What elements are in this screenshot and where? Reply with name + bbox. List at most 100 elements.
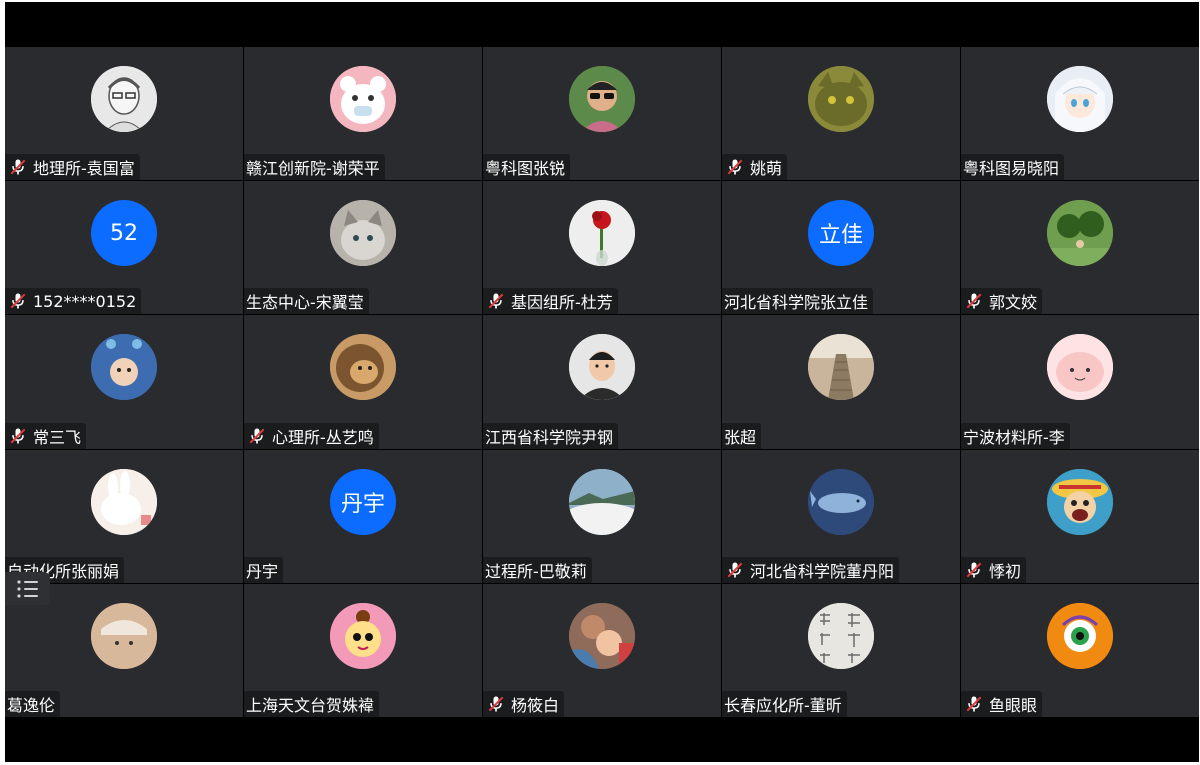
participant-tile[interactable]: 鱼眼眼 [961,583,1199,717]
participant-name: 悸初 [989,561,1022,581]
participant-grid: 地理所-袁国富 赣江创新院-谢荣平 粤科图张锐 姚萌 粤科图易晓阳 52 152****… [5,47,1199,717]
participant-tile[interactable]: 立佳河北省科学院张立佳 [722,181,960,315]
avatar [808,602,874,669]
participant-name: 河北省科学院张立佳 [724,293,869,313]
avatar [808,334,874,401]
participant-tile[interactable]: 52 152****0152 [5,181,243,315]
participant-tile[interactable]: 宁波材料所-李 [961,315,1199,449]
participant-name: 生态中心-宋翼莹 [246,293,364,313]
participant-tile[interactable]: 自动化所张丽娟 [5,449,243,583]
participant-label: 生态中心-宋翼莹 [244,288,369,315]
participant-tile[interactable]: 长春应化所-董昕 [722,583,960,717]
participant-tile[interactable]: 心理所-丛艺鸣 [244,315,482,449]
participant-tile[interactable]: 郭文姣 [961,181,1199,315]
participant-tile[interactable]: 上海天文台贺姝褘 [244,583,482,717]
avatar [330,66,396,132]
cat-face-icon [808,66,874,132]
avatar [1047,334,1113,401]
avatar [808,66,874,132]
participant-tile[interactable]: 悸初 [961,449,1199,583]
avatar [569,334,635,401]
whale-icon [808,468,874,535]
mic-muted-icon [488,696,504,712]
participant-label: 心理所-丛艺鸣 [244,422,379,449]
mic-status [485,693,507,715]
cat-hat-icon [91,602,157,669]
mic-muted-icon [488,293,504,309]
participant-label: 粤科图易晓阳 [961,154,1065,181]
participant-name: 丹宇 [246,561,279,581]
participant-label: 152****0152 [5,288,142,315]
avatar [1047,468,1113,535]
participant-label: 江西省科学院尹钢 [483,422,619,449]
participant-tile[interactable]: 杨筱白 [483,583,721,717]
participant-name: 长春应化所-董昕 [724,695,842,715]
sketch-portrait-icon [91,66,157,132]
avatar [91,334,157,401]
participant-tile[interactable]: 常三飞 [5,315,243,449]
participant-label: 粤科图张锐 [483,154,571,181]
avatar [569,468,635,535]
mic-muted-icon [10,428,26,444]
cartoon-bear-icon [330,66,396,132]
participant-label: 张超 [722,422,762,449]
participant-name: 心理所-丛艺鸣 [272,427,374,447]
avatar [569,200,635,267]
participant-label: 过程所-巴敬莉 [483,556,592,583]
avatar [330,334,396,401]
participant-label: 鱼眼眼 [961,690,1043,717]
mic-status [963,290,985,312]
participant-name: 杨筱白 [511,695,560,715]
sea-of-clouds-icon [569,468,635,535]
avatar-initials: 立佳 [818,223,863,249]
participant-tile[interactable]: 粤科图易晓阳 [961,47,1199,181]
anime-girl-icon [1047,66,1113,132]
participant-tile[interactable]: 过程所-巴敬莉 [483,449,721,583]
mic-muted-icon [966,293,982,309]
mic-muted-icon [10,293,26,309]
participant-label: 葛逸伦 [5,690,61,717]
stone-steps-icon [808,334,874,401]
participant-label: 河北省科学院董丹阳 [722,556,900,583]
avatar-initials: 丹宇 [340,491,385,517]
participant-tile[interactable]: 河北省科学院董丹阳 [722,449,960,583]
man-portrait-icon [569,334,635,401]
participant-tile[interactable]: 地理所-袁国富 [5,47,243,181]
participant-name: 常三飞 [33,427,82,447]
cartoon-eye-icon [1047,602,1113,669]
participant-name: 过程所-巴敬莉 [485,561,587,581]
pink-blob-icon [1047,334,1113,401]
avatar [1047,602,1113,669]
participant-tile[interactable]: 江西省科学院尹钢 [483,315,721,449]
participant-name: 宁波材料所-李 [963,427,1065,447]
mic-status [724,559,746,581]
meeting-window: 地理所-袁国富 赣江创新院-谢荣平 粤科图张锐 姚萌 粤科图易晓阳 52 152****… [5,2,1199,762]
participant-tile[interactable]: 粤科图张锐 [483,47,721,181]
avatar [808,468,874,535]
participant-name: 赣江创新院-谢荣平 [246,159,380,179]
avatar [91,468,157,535]
father-baby-icon [569,602,635,669]
participant-name: 152****0152 [33,291,137,311]
participant-label: 姚萌 [722,154,788,181]
participant-name: 姚萌 [750,159,783,179]
participant-tile[interactable]: 姚萌 [722,47,960,181]
window-edge [0,0,5,765]
participant-tile[interactable]: 生态中心-宋翼莹 [244,181,482,315]
avatar [1047,66,1113,132]
avatar-initials: 52 [110,220,138,246]
participant-name: 地理所-袁国富 [33,159,135,179]
participant-list-button[interactable] [5,572,50,605]
participant-tile[interactable]: 丹宇 丹宇 [244,449,482,583]
avatar: 丹宇 [330,468,396,535]
mic-status [7,425,29,447]
mic-muted-icon [727,159,743,175]
participant-tile[interactable]: 基因组所-杜芳 [483,181,721,315]
participant-label: 地理所-袁国富 [5,154,140,181]
participant-tile[interactable]: 赣江创新院-谢荣平 [244,47,482,181]
avatar [91,66,157,132]
mic-muted-icon [966,562,982,578]
avatar: 52 [91,200,157,267]
avatar [569,602,635,669]
participant-tile[interactable]: 张超 [722,315,960,449]
